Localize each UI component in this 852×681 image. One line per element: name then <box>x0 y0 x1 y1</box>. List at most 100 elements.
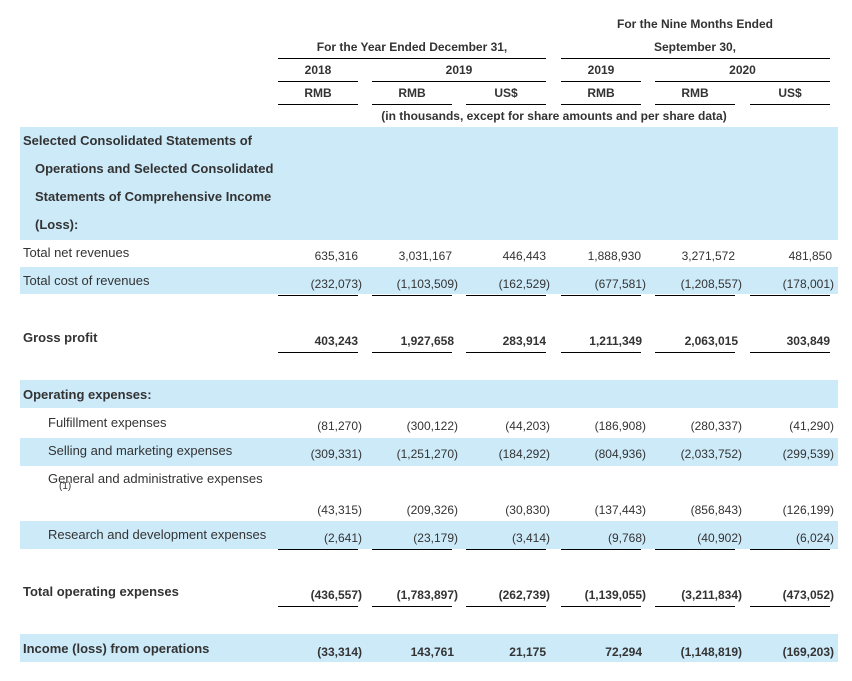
cell-value: 303,849 <box>786 334 830 348</box>
cell-value: (473,052) <box>782 588 834 602</box>
cell-value: (137,443) <box>594 503 646 517</box>
section-title-line4: (Loss): <box>35 217 79 232</box>
row-label-research-development: Research and development expenses <box>48 527 267 542</box>
cell-value: (1,103,509) <box>396 277 458 291</box>
cell-value: 446,443 <box>502 249 546 263</box>
rule-total-opex <box>750 606 830 607</box>
header-rule-c4 <box>561 81 641 82</box>
row-label-general-admin: General and administrative expenses <box>48 471 263 486</box>
rule-total-opex <box>278 606 358 607</box>
cell-value: (436,557) <box>310 588 362 602</box>
cell-value: (41,290) <box>789 419 834 433</box>
cell-value: (126,199) <box>782 503 834 517</box>
cell-value: (209,326) <box>406 503 458 517</box>
header-year-2018: 2018 <box>304 63 332 77</box>
header-rule-year <box>278 58 546 59</box>
cell-value: (23,179) <box>413 531 458 545</box>
header-rule-c1 <box>278 81 358 82</box>
rule-cost <box>655 295 735 296</box>
cell-value: (40,902) <box>697 531 742 545</box>
cell-value: (804,936) <box>594 447 646 461</box>
rule-rd <box>278 549 358 550</box>
rule-cost <box>466 295 546 296</box>
cell-value: (1,251,270) <box>396 447 458 461</box>
cell-value: (30,830) <box>505 503 550 517</box>
rule-gross <box>278 352 358 353</box>
rule-gross <box>372 352 452 353</box>
cell-value: (3,414) <box>511 531 550 545</box>
header-year-2019-nine: 2019 <box>587 63 615 77</box>
cell-value: (44,203) <box>505 419 550 433</box>
cell-value: (1,148,819) <box>680 645 742 659</box>
rule-total-opex <box>655 606 735 607</box>
section-title-line2: Operations and Selected Consolidated <box>35 161 274 176</box>
cell-value: (33,314) <box>317 645 362 659</box>
rule-rd <box>372 549 452 550</box>
cell-value: 1,888,930 <box>587 249 641 263</box>
header-rule-nine <box>561 58 830 59</box>
rule-rd <box>750 549 830 550</box>
cell-value: (162,529) <box>498 277 550 291</box>
rule-total-opex <box>372 606 452 607</box>
row-label-income-from-operations: Income (loss) from operations <box>23 641 210 656</box>
header-rule-d3 <box>466 104 546 105</box>
cell-value: (2,033,752) <box>680 447 742 461</box>
cell-value: 635,316 <box>314 249 358 263</box>
cell-value: 2,063,015 <box>684 334 738 348</box>
rule-cost <box>750 295 830 296</box>
cell-value: 143,761 <box>410 645 454 659</box>
cell-value: 481,850 <box>788 249 832 263</box>
rule-cost <box>561 295 641 296</box>
rule-rd <box>466 549 546 550</box>
header-rule-d2 <box>372 104 452 105</box>
row-label-gross-profit: Gross profit <box>23 330 98 345</box>
header-currency-4: RMB <box>587 86 615 100</box>
header-nine-months-line2: September 30, <box>653 40 737 54</box>
cell-value: (178,001) <box>782 277 834 291</box>
row-label-operating-expenses: Operating expenses: <box>23 387 152 402</box>
header-year-ended: For the Year Ended December 31, <box>316 40 508 54</box>
cell-value: (169,203) <box>782 645 834 659</box>
rule-cost <box>278 295 358 296</box>
cell-value: (677,581) <box>594 277 646 291</box>
cell-value: (3,211,834) <box>681 588 742 602</box>
rule-gross <box>561 352 641 353</box>
rule-rd <box>561 549 641 550</box>
rule-gross <box>655 352 735 353</box>
section-title-line1: Selected Consolidated Statements of <box>23 133 252 148</box>
row-label-total-cost-of-revenues: Total cost of revenues <box>23 273 150 288</box>
header-rule-c56 <box>655 81 830 82</box>
cell-value: (1,139,055) <box>584 588 646 602</box>
header-rule-d4 <box>561 104 641 105</box>
cell-value: 403,243 <box>314 334 358 348</box>
header-year-2019: 2019 <box>445 63 473 77</box>
cell-value: 1,927,658 <box>400 334 454 348</box>
rule-total-opex <box>466 606 546 607</box>
header-rule-d1 <box>278 104 358 105</box>
cell-value: (299,539) <box>782 447 834 461</box>
cell-value: (300,122) <box>406 419 458 433</box>
header-currency-3: US$ <box>494 86 518 100</box>
header-nine-months-line1: For the Nine Months Ended <box>617 17 773 31</box>
cell-value: (9,768) <box>607 531 646 545</box>
cell-value: (1,208,557) <box>680 277 742 291</box>
cell-value: 3,271,572 <box>681 249 735 263</box>
cell-value: 72,294 <box>605 645 642 659</box>
cell-value: (232,073) <box>310 277 362 291</box>
rule-gross <box>466 352 546 353</box>
cell-value: (184,292) <box>498 447 550 461</box>
cell-value: (262,739) <box>498 588 550 602</box>
rule-rd <box>655 549 735 550</box>
row-label-total-operating-expenses: Total operating expenses <box>23 584 179 599</box>
rule-total-opex <box>561 606 641 607</box>
header-currency-1: RMB <box>304 86 332 100</box>
cell-value: (186,908) <box>594 419 646 433</box>
cell-value: 21,175 <box>509 645 546 659</box>
header-currency-2: RMB <box>398 86 426 100</box>
header-units-note: (in thousands, except for share amounts … <box>381 109 727 123</box>
cell-value: (309,331) <box>310 447 362 461</box>
row-label-fulfillment: Fulfillment expenses <box>48 415 167 430</box>
footnote-marker: (1) <box>59 481 72 492</box>
cell-value: (81,270) <box>317 419 362 433</box>
row-label-selling-marketing: Selling and marketing expenses <box>48 443 233 458</box>
